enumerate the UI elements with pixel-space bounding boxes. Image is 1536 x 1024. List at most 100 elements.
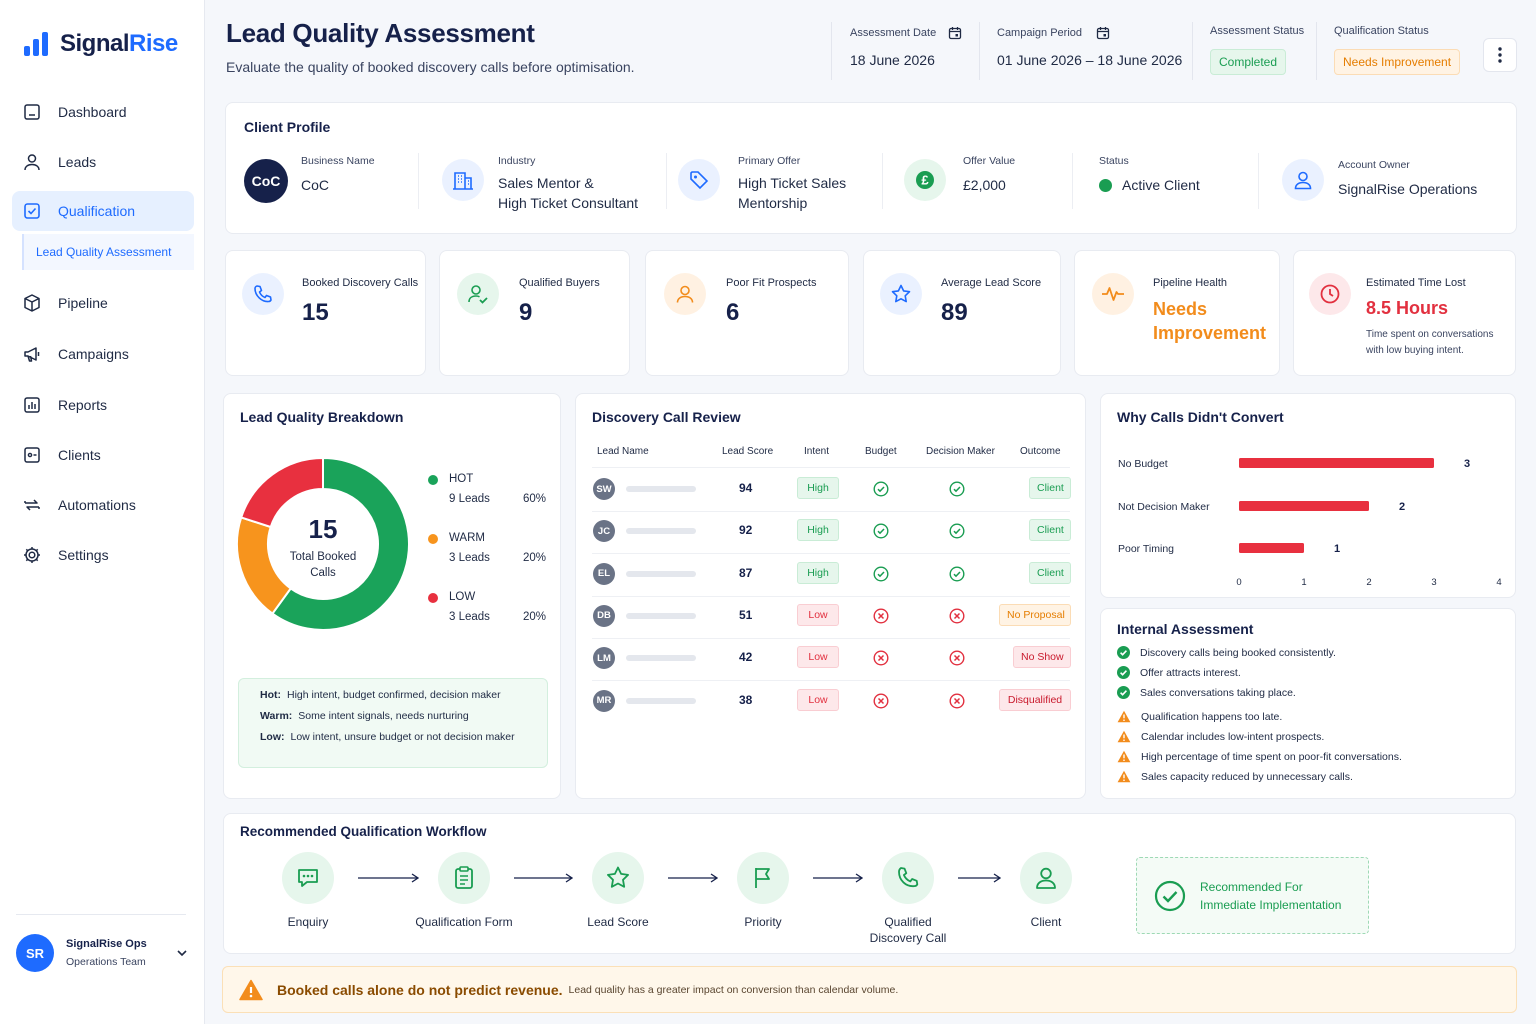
workflow-step-label: Priority	[744, 915, 782, 929]
workflow-step-client[interactable]	[1020, 852, 1072, 904]
sidebar-item-clients[interactable]: Clients	[12, 435, 194, 475]
x-tick-label: 0	[1236, 577, 1241, 588]
user-check-icon	[457, 273, 499, 315]
table-row[interactable]: EL 87 High Client	[576, 561, 1087, 605]
header-divider	[1192, 22, 1193, 80]
assessment-positive-item: Sales conversations taking place.	[1117, 686, 1296, 699]
logo[interactable]: SignalRise	[22, 30, 178, 58]
campaign-period-value: 01 June 2026 – 18 June 2026	[997, 52, 1183, 68]
flag-icon	[750, 865, 776, 891]
header-divider	[979, 22, 980, 80]
sidebar-item-dashboard[interactable]: Dashboard	[12, 92, 194, 132]
calendar-icon[interactable]	[1096, 26, 1110, 40]
star-icon	[605, 865, 631, 891]
user-menu[interactable]: SR SignalRise Ops Operations Team	[16, 934, 189, 972]
sidebar-item-leads[interactable]: Leads	[12, 142, 194, 182]
sidebar-item-pipeline[interactable]: Pipeline	[12, 283, 194, 323]
checkbox-icon	[22, 201, 42, 221]
chevron-down-icon[interactable]	[175, 946, 189, 960]
legend-note-key: Warm:	[260, 710, 293, 722]
arrow-right-icon	[358, 873, 419, 883]
divider	[882, 153, 883, 209]
discovery-call-review-card: Discovery Call Review Lead Name Lead Scor…	[575, 393, 1086, 799]
legend-leads: 3 Leads	[449, 611, 490, 623]
lead-name-redacted	[626, 697, 696, 704]
kpi-card-qualified-buyers: Qualified Buyers 9	[439, 250, 630, 376]
assessment-text: High percentage of time spent on poor-fi…	[1141, 750, 1402, 763]
workflow-step-label: Qualified Discovery Call	[869, 915, 947, 945]
footer-alert: Booked calls alone do not predict revenu…	[222, 966, 1517, 1013]
status-badge: Completed	[1210, 49, 1287, 75]
intent-badge: Low	[797, 646, 839, 669]
table-row[interactable]: LM 42 Low No Show	[576, 646, 1087, 689]
table-row[interactable]: DB 51 Low No Proposal	[576, 603, 1087, 647]
x-tick-label: 3	[1431, 577, 1436, 588]
warning-icon	[1117, 710, 1131, 723]
internal-assessment-card: Internal Assessment Discovery calls bein…	[1100, 608, 1516, 799]
sidebar-divider	[16, 914, 186, 915]
user-team: Operations Team	[66, 956, 146, 968]
legend-note: Warm: Some intent signals, needs nurturin…	[260, 710, 547, 722]
intent-badge: Low	[797, 688, 839, 711]
user-icon	[664, 273, 706, 315]
calendar-icon[interactable]	[948, 26, 962, 40]
workflow-step-qualification-form[interactable]	[438, 852, 490, 904]
lead-score: 92	[739, 523, 753, 538]
assessment-positive-item: Offer attracts interest.	[1117, 666, 1241, 679]
assessment-date-label: Assessment Date	[850, 27, 937, 39]
bar	[1239, 543, 1304, 553]
sidebar-item-automations[interactable]: Automations	[12, 485, 194, 525]
workflow-step-enquiry[interactable]	[282, 852, 334, 904]
offer-value-amount: £2,000	[963, 177, 1006, 193]
lead-score: 94	[739, 481, 753, 495]
svg-text:£: £	[921, 173, 929, 188]
kpi-label: Estimated Time Lost	[1366, 277, 1466, 289]
sidebar-item-qualification[interactable]: Qualification	[12, 191, 194, 231]
report-icon	[22, 395, 42, 415]
divider	[1258, 153, 1259, 209]
row-divider	[592, 637, 1070, 639]
status-dot	[1099, 178, 1112, 192]
legend-name: LOW	[449, 591, 476, 603]
alert-heading: Booked calls alone do not predict revenu…	[277, 981, 563, 998]
table-row[interactable]: JC 92 High Client	[576, 519, 1087, 562]
user-icon	[22, 152, 42, 172]
kpi-value: 6	[726, 299, 740, 326]
workflow-step-lead-score[interactable]	[592, 852, 644, 904]
assessment-text: Sales capacity reduced by unnecessary ca…	[1141, 770, 1353, 783]
kpi-value: Needs Improvement	[1153, 299, 1267, 343]
legend-name: HOT	[449, 473, 474, 485]
sidebar-item-label: Automations	[58, 497, 136, 513]
bar	[1239, 458, 1434, 468]
sidebar-item-campaigns[interactable]: Campaigns	[12, 334, 194, 374]
check-circle-icon	[949, 566, 965, 582]
more-options-button[interactable]	[1483, 38, 1517, 72]
kpi-card-poor-fit: Poor Fit Prospects 6	[645, 250, 849, 376]
table-row[interactable]: SW 94 High Client	[576, 477, 1087, 520]
intent-badge: Low	[797, 603, 839, 626]
bar-value-label: 1	[1334, 543, 1340, 555]
lead-avatar: MR	[593, 689, 615, 712]
x-tick-label: 2	[1366, 577, 1371, 588]
assessment-date-value: 18 June 2026	[850, 52, 935, 68]
sidebar-subitem-lead-quality-assessment[interactable]: Lead Quality Assessment	[22, 234, 194, 270]
industry: Industry Sales Mentor & High Ticket Cons…	[498, 155, 638, 213]
sidebar-item-label: Clients	[58, 447, 101, 463]
sidebar-item-settings[interactable]: Settings	[12, 535, 194, 575]
workflow-step-priority[interactable]	[737, 852, 789, 904]
assessment-date: Assessment Date 18 June 2026	[850, 26, 962, 68]
check-circle-icon	[1154, 880, 1186, 911]
sidebar-item-reports[interactable]: Reports	[12, 385, 194, 425]
avatar: SR	[16, 934, 54, 972]
owner-value: SignalRise Operations	[1338, 181, 1478, 197]
arrow-right-icon	[668, 873, 718, 883]
workflow-step-qualified-discovery-call[interactable]	[882, 852, 934, 904]
legend-percent: 20%	[523, 611, 547, 623]
bar-category-label: No Budget	[1118, 458, 1168, 470]
industry-value: High Ticket Consultant	[498, 195, 639, 211]
kpi-value: 9	[519, 299, 533, 326]
kpi-note: Time spent on conversations with low buy…	[1366, 329, 1494, 356]
x-circle-icon	[873, 650, 889, 666]
table-row[interactable]: MR 38 Low Disqualified	[576, 688, 1087, 732]
intent-badge: High	[797, 519, 839, 542]
